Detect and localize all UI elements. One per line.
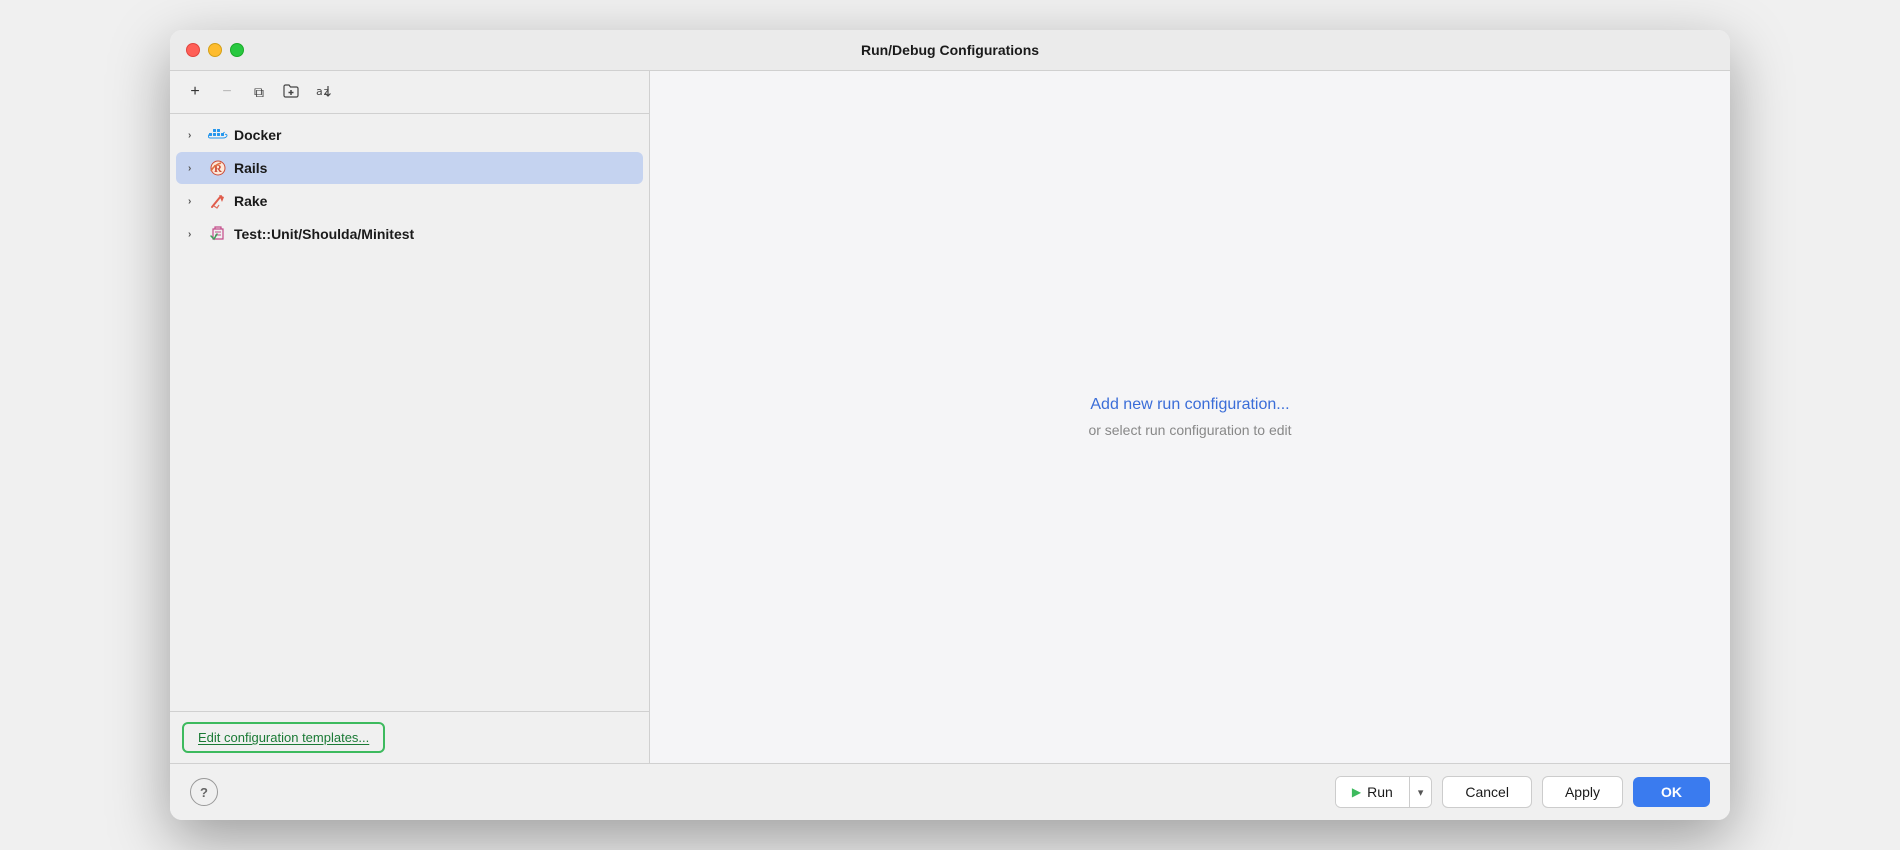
- chevron-docker-icon: ›: [188, 130, 202, 141]
- chevron-down-icon: ▾: [1418, 786, 1424, 799]
- run-dropdown-button[interactable]: ▾: [1410, 777, 1432, 807]
- tree-item-rails[interactable]: › R Rails: [176, 152, 643, 184]
- minimize-window-button[interactable]: [208, 43, 222, 57]
- sidebar-footer: Edit configuration templates...: [170, 711, 649, 763]
- sort-icon: a z: [315, 83, 331, 102]
- sort-button[interactable]: a z: [310, 79, 336, 105]
- window-controls: [186, 43, 244, 57]
- copy-icon: ⧉: [254, 84, 264, 101]
- cancel-button[interactable]: Cancel: [1442, 776, 1532, 808]
- sidebar-toolbar: + − ⧉: [170, 71, 649, 114]
- ok-button[interactable]: OK: [1633, 777, 1710, 807]
- rails-label: Rails: [234, 160, 267, 176]
- dialog-body: + − ⧉: [170, 71, 1730, 763]
- tree-item-docker[interactable]: › Docker: [176, 119, 643, 151]
- run-triangle-icon: ▶: [1352, 785, 1361, 799]
- run-label: Run: [1367, 784, 1393, 800]
- tree-item-test[interactable]: › Test::Unit/Shoulda/Minitest: [176, 218, 643, 250]
- svg-text:a: a: [316, 85, 323, 98]
- edit-templates-button[interactable]: Edit configuration templates...: [182, 722, 385, 753]
- new-folder-button[interactable]: [278, 79, 304, 105]
- add-icon: +: [190, 83, 199, 101]
- chevron-rake-icon: ›: [188, 196, 202, 207]
- remove-configuration-button[interactable]: −: [214, 79, 240, 105]
- test-icon: [208, 224, 228, 244]
- main-center-area: Add new run configuration... or select r…: [650, 71, 1730, 763]
- sidebar: + − ⧉: [170, 71, 650, 763]
- minus-icon: −: [222, 83, 231, 101]
- maximize-window-button[interactable]: [230, 43, 244, 57]
- help-button[interactable]: ?: [190, 778, 218, 806]
- docker-label: Docker: [234, 127, 281, 143]
- or-select-text: or select run configuration to edit: [1088, 422, 1291, 438]
- dialog-title: Run/Debug Configurations: [861, 42, 1039, 58]
- tree-item-rake[interactable]: › Rake: [176, 185, 643, 217]
- main-content: Add new run configuration... or select r…: [650, 71, 1730, 763]
- folder-icon: [283, 84, 299, 101]
- rails-icon: R: [208, 158, 228, 178]
- close-window-button[interactable]: [186, 43, 200, 57]
- rake-icon: [208, 191, 228, 211]
- add-new-config-link[interactable]: Add new run configuration...: [1090, 396, 1289, 414]
- chevron-test-icon: ›: [188, 229, 202, 240]
- run-button-group: ▶ Run ▾: [1335, 776, 1432, 808]
- docker-icon: [208, 125, 228, 145]
- title-bar: Run/Debug Configurations: [170, 30, 1730, 71]
- apply-button[interactable]: Apply: [1542, 776, 1623, 808]
- rake-label: Rake: [234, 193, 267, 209]
- chevron-rails-icon: ›: [188, 163, 202, 174]
- add-configuration-button[interactable]: +: [182, 79, 208, 105]
- edit-templates-label: Edit configuration templates...: [198, 730, 369, 745]
- run-button[interactable]: ▶ Run: [1336, 777, 1410, 807]
- run-debug-dialog: Run/Debug Configurations + − ⧉: [170, 30, 1730, 820]
- help-icon: ?: [200, 785, 208, 800]
- test-label: Test::Unit/Shoulda/Minitest: [234, 226, 414, 242]
- configuration-tree: › Docker: [170, 114, 649, 711]
- copy-configuration-button[interactable]: ⧉: [246, 79, 272, 105]
- dialog-footer: ? ▶ Run ▾ Cancel Apply OK: [170, 763, 1730, 820]
